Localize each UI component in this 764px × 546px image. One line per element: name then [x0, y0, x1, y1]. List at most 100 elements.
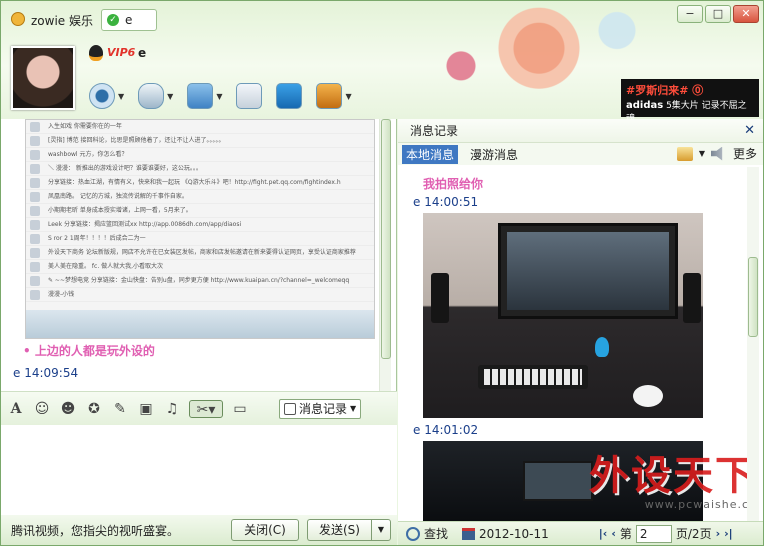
create-discussion-button[interactable]: [236, 83, 263, 109]
send-options-button[interactable]: ▼: [371, 519, 391, 541]
date-button[interactable]: 2012-10-11: [479, 527, 549, 541]
doodle-icon[interactable]: ✎: [111, 400, 129, 418]
feature-toolbar: ▼ ▼ ▼ ▼: [89, 83, 352, 109]
format-toolbar: A ☺ ☻ ✪ ✎ ▣ ♫ ✂▾ ▭ 消息记录 ▼: [1, 391, 397, 425]
chat-scrollbar[interactable]: [379, 119, 391, 391]
footer-tip[interactable]: 腾讯视频，您指尖的视听盛宴。: [11, 522, 179, 539]
chevron-down-icon[interactable]: ▼: [699, 149, 705, 158]
file-transfer-button[interactable]: ▼: [187, 83, 222, 109]
webcam-icon: [89, 83, 115, 109]
watermark: 外设天下 www.pcwaishe.cn: [589, 454, 757, 512]
window-controls: − □ ✕: [677, 5, 759, 23]
header: zowie 娱乐 ✓ e − □ ✕ VIP6 e ▼ ▼ ▼ ▼ #罗斯归来#…: [1, 1, 763, 124]
image-icon[interactable]: ▣: [137, 400, 155, 418]
chevron-down-icon: ▼: [350, 404, 357, 413]
folder-arrow-icon: [187, 83, 214, 109]
chat-panel: 入生如戏 你需要你在的一年 [灵指] 博范 接回科论，比思是照顾他着了，还让不让人…: [1, 119, 397, 545]
voice-call-button[interactable]: ▼: [138, 83, 173, 109]
send-button[interactable]: 发送(S): [307, 519, 371, 541]
status-selector[interactable]: ✓ e: [101, 9, 157, 31]
embedded-chat-line: 外设天下商务 论坛新版规，网店不允许在已女装区发帖，商家和店发帖邀请在新来要得认…: [26, 246, 374, 260]
remote-assistance-button[interactable]: [276, 83, 303, 109]
embedded-chat-line: Leek 分享链接：揭应篮回测试xx http://app.0086dh.com…: [26, 218, 374, 232]
speaker-icon[interactable]: [710, 146, 723, 161]
header-decoration: [383, 1, 643, 119]
contact-name[interactable]: e: [138, 46, 146, 60]
embedded-chat-line: 分享链接：热血江湖，有情有义，快来和我一起玩 《Q游大乐斗》吧！http://f…: [26, 176, 374, 190]
embedded-chat-line: 漫漫-小钱: [26, 288, 374, 302]
find-button[interactable]: 查找: [424, 525, 448, 542]
close-chat-button[interactable]: 关闭(C): [231, 519, 299, 541]
chat-scrollbar-thumb[interactable]: [381, 119, 391, 359]
qq-penguin-icon: [89, 45, 103, 61]
photo-headphones: [431, 273, 449, 323]
close-window-button[interactable]: ✕: [733, 5, 759, 23]
group-icon: [11, 12, 25, 26]
history-tabs: 本地消息 漫游消息 ▼ 更多: [398, 143, 763, 165]
previous-page-button[interactable]: ‹: [611, 527, 616, 540]
embedded-chat-line: ＼ 漫漫： 新推出的游戏设计吧？谁要谁要好，这公玩。。。: [26, 162, 374, 176]
history-scrollbar-thumb[interactable]: [748, 257, 758, 337]
briefcase-icon[interactable]: ▭: [231, 400, 249, 418]
apps-button[interactable]: ▼: [316, 83, 352, 109]
search-icon[interactable]: [406, 526, 420, 541]
chevron-down-icon[interactable]: ▼: [167, 92, 173, 101]
next-page-button[interactable]: ›: [716, 527, 721, 540]
ad-headline: #罗斯归来# ⓪: [626, 84, 704, 97]
photo-keys: [484, 369, 582, 385]
photo-keyboard: [478, 365, 588, 389]
message-history: 入生如戏 你需要你在的一年 [灵指] 博范 接回科论，比思是照顾他着了，还让不让人…: [5, 119, 379, 391]
history-footer: 查找 2012-10-11 |‹ ‹ 第 2 页/2页 › ›|: [398, 521, 763, 545]
shared-screenshot-image[interactable]: 入生如戏 你需要你在的一年 [灵指] 博范 接回科论，比思是照顾他着了，还让不让人…: [25, 119, 375, 339]
photo-monitor-screen: [507, 232, 669, 310]
maximize-button[interactable]: □: [705, 5, 731, 23]
more-button[interactable]: 更多: [733, 145, 757, 162]
close-history-button[interactable]: ✕: [744, 119, 755, 143]
photo-mouse: [633, 385, 663, 407]
chevron-down-icon[interactable]: ▼: [345, 92, 351, 101]
embedded-chat-line: [灵指] 博范 接回科论，比思是照顾他着了，还让不让人进了。。。。。: [26, 134, 374, 148]
emoji-icon[interactable]: ☺: [33, 400, 51, 418]
minimize-button[interactable]: −: [677, 5, 703, 23]
chevron-down-icon[interactable]: ▼: [118, 92, 124, 101]
font-icon[interactable]: A: [7, 400, 25, 418]
tab-roaming-messages[interactable]: 漫游消息: [466, 145, 522, 164]
vip-badge[interactable]: VIP6: [107, 46, 135, 59]
message-history-button[interactable]: 消息记录 ▼: [279, 398, 361, 419]
video-call-button[interactable]: ▼: [89, 83, 124, 109]
photo-monitor: [523, 461, 593, 501]
chat-window: zowie 娱乐 ✓ e − □ ✕ VIP6 e ▼ ▼ ▼ ▼ #罗斯归来#…: [0, 0, 764, 546]
calendar-icon[interactable]: [462, 527, 476, 540]
microphone-icon: [138, 83, 165, 109]
history-panel: 消息记录 ✕ 本地消息 漫游消息 ▼ 更多 我拍照给你 e 14:00:51 e…: [398, 119, 763, 545]
ad-banner[interactable]: #罗斯归来# ⓪ adidas 5集大片 记录不屈之魂: [621, 79, 759, 124]
music-icon[interactable]: ♫: [163, 400, 181, 418]
chat-list-add-icon: [236, 83, 263, 109]
message-manager-icon[interactable]: [676, 146, 693, 161]
watermark-url: www.pcwaishe.cn: [644, 498, 757, 511]
avatar[interactable]: [11, 46, 75, 110]
pager: |‹ ‹ 第 2 页/2页 › ›|: [599, 524, 733, 543]
history-message-time: e 14:01:02: [413, 423, 479, 437]
screenshot-scissors-icon[interactable]: ✂▾: [189, 399, 223, 418]
history-tools: ▼ 更多: [676, 145, 757, 162]
history-message-time: e 14:00:51: [413, 195, 479, 209]
last-page-button[interactable]: ›|: [724, 527, 733, 540]
photo-speaker: [683, 273, 701, 323]
chevron-down-icon[interactable]: ▼: [216, 92, 222, 101]
tab-local-messages[interactable]: 本地消息: [402, 144, 459, 164]
chat-message-text: • 上边的人都是玩外设的: [23, 344, 155, 358]
magic-face-icon[interactable]: ☻: [59, 400, 77, 418]
message-history-label: 消息记录: [299, 402, 348, 416]
window-title: zowie 娱乐: [31, 14, 93, 28]
page-number-input[interactable]: 2: [635, 524, 672, 543]
embedded-chat-line: 凤凰南路。 记忆的方城，独流传说解的千事作自家。: [26, 190, 374, 204]
vibrate-icon[interactable]: ✪: [85, 400, 103, 418]
embedded-chat-line: S ror 2 1周年！！！！后成合二为一: [26, 232, 374, 246]
embedded-toolbar: [26, 310, 374, 338]
first-page-button[interactable]: |‹: [599, 527, 608, 540]
message-input[interactable]: [1, 425, 397, 515]
history-scrollbar[interactable]: [747, 167, 759, 523]
desk-photo-image[interactable]: [423, 213, 703, 418]
status-text: e: [125, 13, 133, 27]
